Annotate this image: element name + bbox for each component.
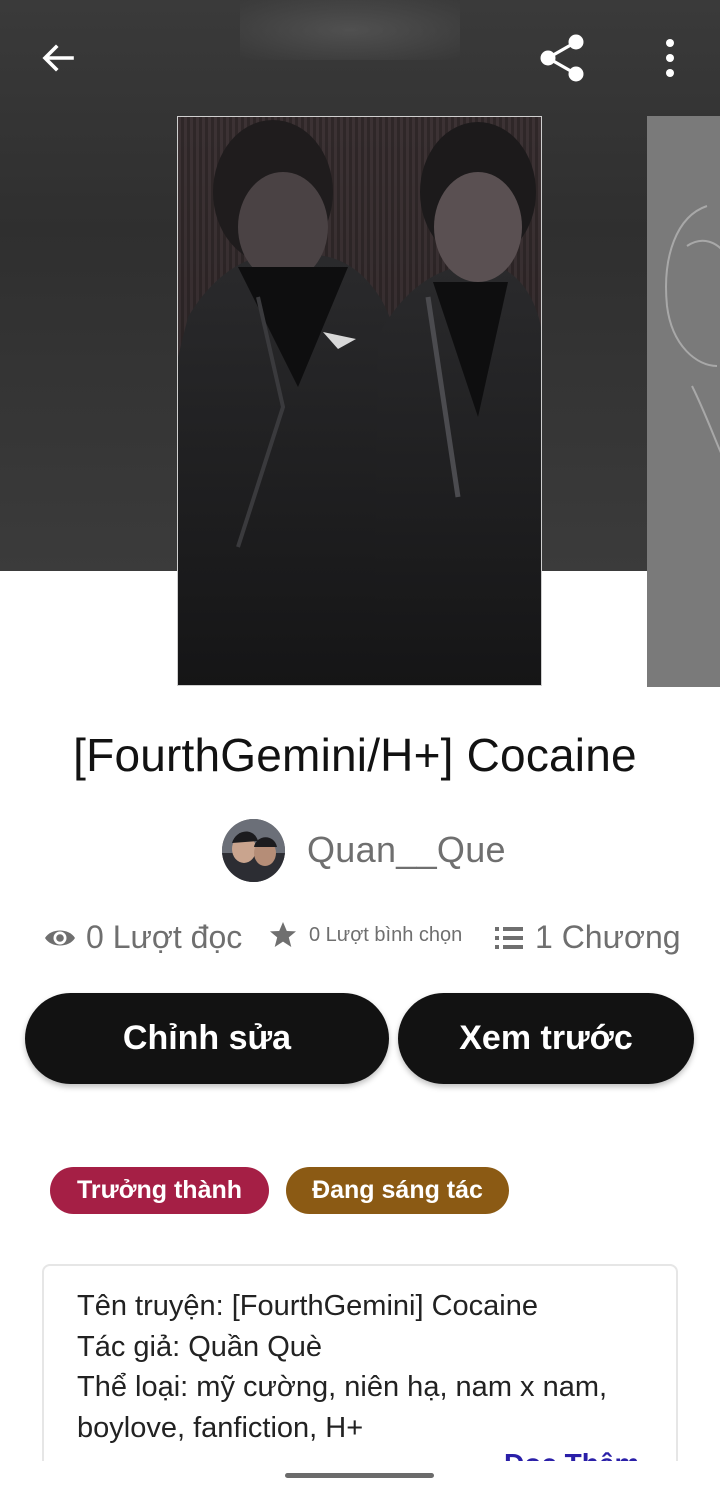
chapters-count: 1 Chương [535, 919, 681, 955]
description-card: Tên truyện: [FourthGemini] Cocaine Tác g… [42, 1264, 678, 1490]
votes-stat: 0 Lượt bình chọn [269, 921, 462, 949]
author-row[interactable]: Quan__Que [222, 818, 506, 882]
story-title: [FourthGemini/H+] Cocaine [73, 729, 637, 781]
avatar-image [222, 818, 285, 882]
reads-count: 0 Lượt đọc [86, 919, 243, 955]
mature-tag[interactable]: Trưởng thành [50, 1167, 269, 1214]
votes-count: 0 Lượt bình chọn [309, 923, 463, 946]
gesture-nav-handle[interactable] [285, 1473, 434, 1478]
description-line: boylove, fanfiction, H+ [77, 1411, 364, 1444]
avatar[interactable] [222, 818, 285, 882]
top-app-bar [0, 22, 720, 94]
preview-button[interactable]: Xem trước [398, 993, 694, 1084]
cover-artwork [178, 120, 541, 685]
reads-stat: 0 Lượt đọc [44, 919, 242, 956]
story-stats: 0 Lượt đọc 0 Lượt bình chọn 1 Chương [0, 915, 720, 967]
star-icon [270, 922, 296, 947]
next-story-cover[interactable] [647, 116, 720, 687]
eye-icon [45, 930, 75, 945]
description-line: Thể loại: mỹ cường, niên hạ, nam x nam, [77, 1371, 608, 1403]
list-icon [495, 926, 523, 949]
sketch-artwork [665, 205, 720, 454]
chapters-stat: 1 Chương [495, 919, 681, 956]
arrow-left-icon [42, 44, 74, 72]
description-line: Tên truyện: [FourthGemini] Cocaine [77, 1290, 538, 1322]
more-options-button[interactable] [642, 30, 698, 86]
share-button[interactable] [534, 30, 590, 86]
author-name[interactable]: Quan__Que [307, 829, 506, 871]
share-icon [540, 34, 584, 82]
edit-button[interactable]: Chỉnh sửa [25, 993, 389, 1084]
back-button[interactable] [30, 30, 86, 86]
more-vertical-icon [666, 39, 674, 77]
description-line: Tác giả: Quần Què [77, 1330, 323, 1363]
story-cover-image[interactable] [177, 116, 542, 686]
status-tag[interactable]: Đang sáng tác [286, 1167, 509, 1214]
